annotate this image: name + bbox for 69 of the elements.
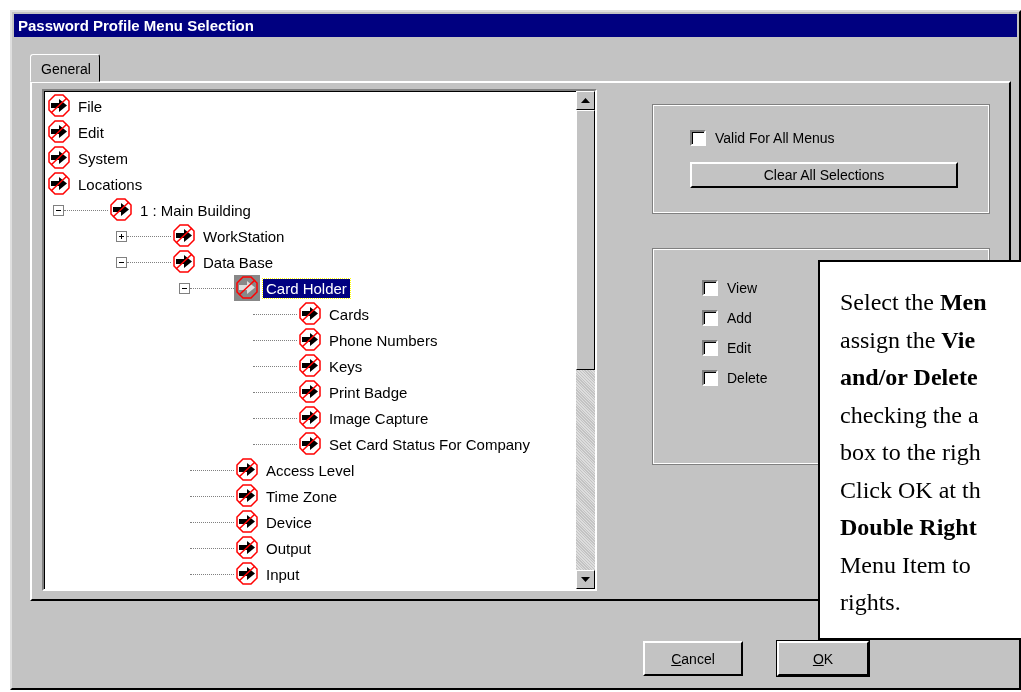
tree-item[interactable]: Output xyxy=(263,538,315,558)
clear-selections-button[interactable]: Clear All Selections xyxy=(690,162,958,188)
tree-item[interactable]: Time Zone xyxy=(263,486,341,506)
no-entry-arrow-icon xyxy=(234,535,260,561)
checkbox-label: Delete xyxy=(727,370,768,386)
scroll-thumb[interactable] xyxy=(576,110,595,370)
no-entry-arrow-icon xyxy=(46,171,72,197)
no-entry-arrow-icon xyxy=(297,353,323,379)
callout-text: Menu Item to xyxy=(840,550,971,580)
expander-icon[interactable] xyxy=(53,204,64,216)
checkbox-label: Valid For All Menus xyxy=(715,130,835,146)
no-entry-arrow-icon xyxy=(46,93,72,119)
no-entry-arrow-icon xyxy=(46,145,72,171)
callout-text: box to the righ xyxy=(840,438,981,467)
checkbox[interactable] xyxy=(702,340,718,356)
tree-item[interactable]: Set Card Status For Company xyxy=(326,434,533,454)
checkbox-label: Edit xyxy=(727,340,752,356)
no-entry-arrow-icon xyxy=(234,483,260,509)
scrollbar[interactable] xyxy=(576,91,595,589)
no-entry-arrow-icon xyxy=(171,249,197,275)
tree-item[interactable]: Device xyxy=(263,512,315,532)
callout-text: and/or Delete xyxy=(840,363,978,392)
tree-item[interactable]: Print Badge xyxy=(326,382,411,402)
dialog-button[interactable]: Cancel xyxy=(643,641,743,676)
no-entry-arrow-icon xyxy=(297,405,323,431)
no-entry-arrow-icon xyxy=(171,223,197,249)
callout-text: Double Right xyxy=(840,513,977,542)
callout-text: rights. xyxy=(840,588,901,617)
tree-item[interactable]: Card Holder xyxy=(263,278,350,298)
scroll-up-icon[interactable] xyxy=(576,91,595,110)
callout-text: Select the Men xyxy=(840,288,987,317)
tree-item[interactable]: Cards xyxy=(326,304,372,324)
no-entry-arrow-icon xyxy=(234,561,260,587)
tree-item[interactable]: Keys xyxy=(326,356,366,376)
window-title: Password Profile Menu Selection xyxy=(14,14,1017,37)
callout-text: Click OK at th xyxy=(840,475,981,505)
tree-item[interactable]: Edit xyxy=(75,122,107,142)
tree-item[interactable]: 1 : Main Building xyxy=(137,200,254,220)
tree-item[interactable]: Access Level xyxy=(263,460,358,480)
checkbox[interactable] xyxy=(690,130,706,146)
dialog-button[interactable]: OK xyxy=(777,641,869,676)
expander-icon[interactable] xyxy=(179,282,190,294)
no-entry-arrow-icon xyxy=(108,197,134,223)
tree-item[interactable]: WorkStation xyxy=(200,226,288,246)
no-entry-arrow-icon xyxy=(234,457,260,483)
tree-item[interactable]: Input xyxy=(263,564,303,584)
no-entry-arrow-icon xyxy=(297,327,323,353)
tab[interactable]: General xyxy=(30,54,100,82)
no-entry-arrow-icon xyxy=(297,301,323,327)
scroll-down-icon[interactable] xyxy=(576,570,595,589)
checkbox[interactable] xyxy=(702,310,718,326)
checkbox[interactable] xyxy=(702,280,718,296)
tree-item[interactable]: Phone Numbers xyxy=(326,330,441,350)
callout-text: assign the Vie xyxy=(840,325,976,355)
no-entry-arrow-icon xyxy=(46,119,72,145)
no-entry-arrow-icon xyxy=(297,431,323,457)
tree-item[interactable]: Data Base xyxy=(200,252,277,272)
expander-icon[interactable] xyxy=(116,256,127,268)
tree-item[interactable]: Image Capture xyxy=(326,408,432,428)
checkbox[interactable] xyxy=(702,370,718,386)
tree-item[interactable]: System xyxy=(75,148,131,168)
expander-icon[interactable] xyxy=(116,230,127,242)
tree-item[interactable]: Locations xyxy=(75,174,146,194)
checkbox-label: View xyxy=(727,280,758,296)
no-entry-arrow-icon xyxy=(297,379,323,405)
tree-item[interactable]: File xyxy=(75,96,106,116)
checkbox-label: Add xyxy=(727,310,752,326)
callout-text: checking the a xyxy=(840,400,979,430)
no-entry-arrow-icon xyxy=(234,509,260,535)
